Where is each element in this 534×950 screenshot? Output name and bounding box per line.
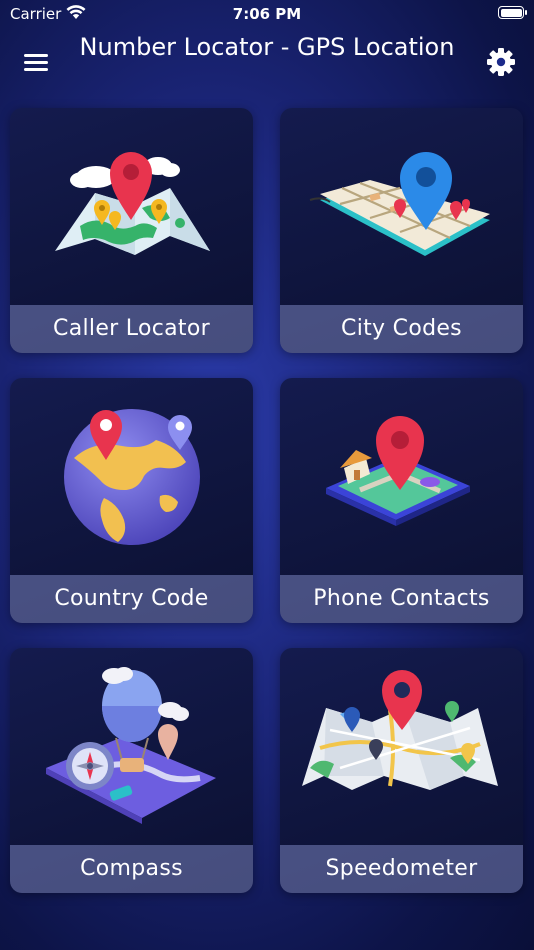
folded-map-illustration (280, 648, 523, 845)
gear-icon[interactable] (484, 45, 518, 79)
map-pin-illustration (10, 108, 253, 305)
compass-label: Compass (10, 845, 253, 893)
status-time: 7:06 PM (232, 5, 302, 23)
status-bar: Carrier 7:06 PM (0, 0, 534, 28)
page-title: Number Locator - GPS Location (79, 33, 455, 61)
compass-card[interactable]: Compass (10, 648, 253, 893)
caller-locator-card[interactable]: Caller Locator (10, 108, 253, 353)
city-map-illustration (280, 108, 523, 305)
country-code-label: Country Code (10, 575, 253, 623)
battery-icon (498, 6, 527, 19)
city-codes-label: City Codes (280, 305, 523, 353)
speedometer-label: Speedometer (280, 845, 523, 893)
phone-contacts-card[interactable]: Phone Contacts (280, 378, 523, 623)
globe-illustration (10, 378, 253, 575)
city-codes-card[interactable]: City Codes (280, 108, 523, 353)
country-code-card[interactable]: Country Code (10, 378, 253, 623)
compass-balloon-illustration (10, 648, 253, 845)
phone-contacts-label: Phone Contacts (280, 575, 523, 623)
speedometer-card[interactable]: Speedometer (280, 648, 523, 893)
caller-locator-label: Caller Locator (10, 305, 253, 353)
hamburger-menu-icon[interactable] (20, 48, 52, 76)
location-house-illustration (280, 378, 523, 575)
